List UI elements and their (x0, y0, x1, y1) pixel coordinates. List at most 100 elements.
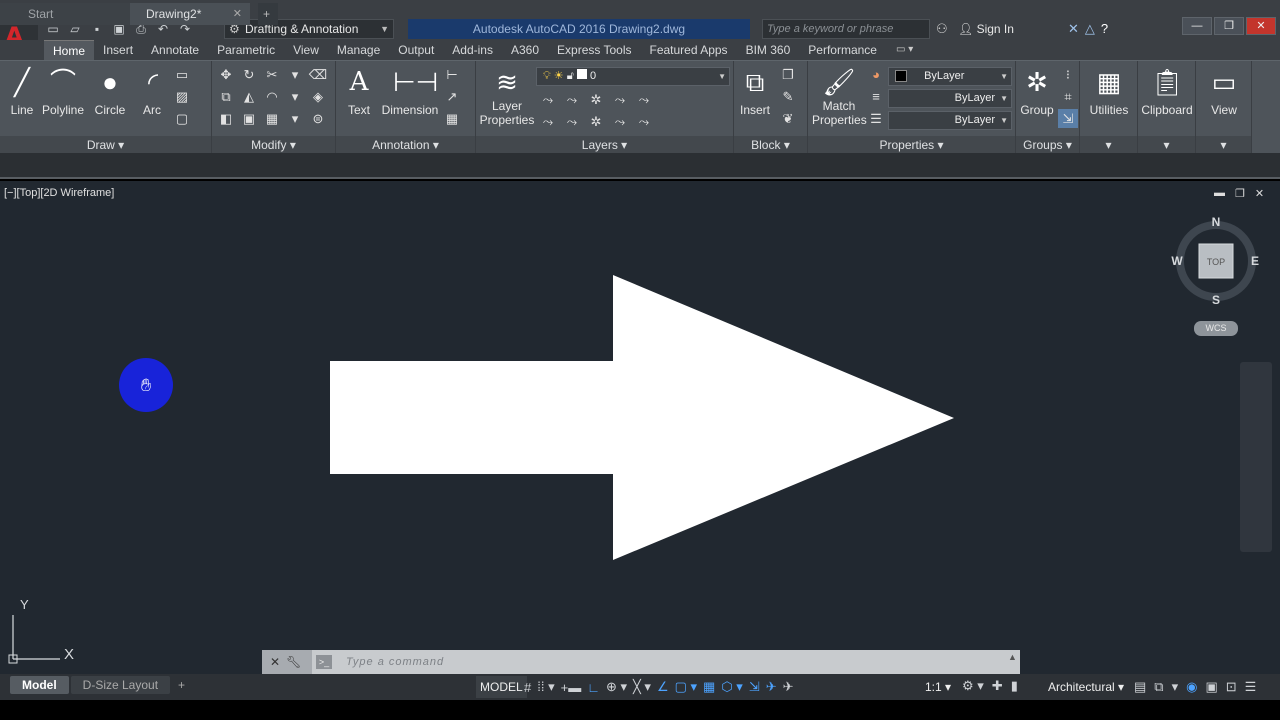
annotation-scale[interactable]: 1:1 ▾ (925, 676, 951, 698)
tab-manage[interactable]: Manage (328, 40, 389, 60)
hatch-icon[interactable]: ▨ (172, 87, 192, 106)
modify-panel-title[interactable]: Modify ▾ (212, 136, 335, 154)
leader-icon[interactable]: ↗ (442, 87, 462, 106)
arc-button[interactable]: ◜ Arc (136, 65, 168, 117)
lineweight-dropdown[interactable]: ByLayer ▼ (888, 111, 1012, 130)
clipboard-button[interactable]: 📋︎ Clipboard (1138, 65, 1196, 117)
plus-icon[interactable]: ✚ (992, 678, 1003, 694)
copy-icon[interactable]: ⧉ (216, 87, 236, 106)
help-icon[interactable]: ? (1101, 19, 1108, 39)
exchange-icon[interactable]: ✕ (1068, 19, 1079, 39)
snap-icon[interactable]: ⁞⁞ ▾ (537, 679, 554, 695)
wcs-menu[interactable]: WCS (1194, 321, 1238, 336)
text-button[interactable]: A Text (342, 65, 376, 117)
menu-icon[interactable]: ☰ (1245, 679, 1257, 695)
layer-tool-icon[interactable]: ⤳ (562, 90, 582, 109)
grid-icon[interactable]: # (524, 680, 531, 695)
tab-view[interactable]: View (284, 40, 328, 60)
new-tab-button[interactable]: + (258, 3, 278, 25)
linetype-dropdown[interactable]: ByLayer ▼ (888, 89, 1012, 108)
add-layout-button[interactable]: + (172, 676, 191, 694)
rectangle-icon[interactable]: ▭ (172, 65, 192, 84)
auto-scale-icon[interactable]: ✈ (783, 679, 794, 695)
viewcube[interactable]: TOP N S E W (1170, 212, 1262, 312)
quick-properties-icon[interactable]: ▤ (1134, 679, 1146, 695)
group-select-icon[interactable]: ⇲ (1058, 109, 1078, 128)
stretch-icon[interactable]: ◧ (216, 109, 236, 128)
layer-tool-icon[interactable]: ⤳ (538, 112, 558, 131)
annotation-visibility-icon[interactable]: ✈ (766, 679, 777, 695)
gear-icon[interactable]: ⚙ ▾ (962, 678, 984, 694)
view-panel[interactable]: ▭ View ▾ (1196, 61, 1252, 154)
wrench-icon[interactable]: 🔧︎ (286, 655, 301, 669)
fillet-icon[interactable]: ◠ (262, 87, 282, 106)
array-icon[interactable]: ▦ (262, 109, 282, 128)
sign-in-button[interactable]: 👤︎ Sign In (958, 19, 1064, 39)
color-dropdown[interactable]: ByLayer ▼ (888, 67, 1012, 86)
layer-tool-icon[interactable]: ⤳ (610, 112, 630, 131)
dimension-button[interactable]: ⊢⊣ Dimension (380, 65, 440, 117)
circle-button[interactable]: ● Circle (90, 65, 130, 117)
match-properties-button[interactable]: 🖌︎ Match Properties (812, 65, 867, 127)
arrow-polygon[interactable] (330, 275, 954, 560)
arrow-shape[interactable] (330, 275, 956, 561)
utilities-button[interactable]: ▦ Utilities (1080, 65, 1138, 117)
insert-button[interactable]: ⧉ Insert (736, 65, 774, 117)
transparency-icon[interactable]: ⬡ ▾ (721, 679, 743, 695)
command-prompt-icon[interactable]: >_ (316, 655, 332, 669)
layer-tool-icon[interactable]: ✲ (586, 90, 606, 109)
object-snap-icon[interactable]: ▢ ▾ (675, 679, 697, 695)
utilities-panel[interactable]: ▦ Utilities ▾ (1080, 61, 1138, 154)
units-selector[interactable]: Architectural ▾ (1048, 676, 1124, 698)
viewport-restore-icon[interactable]: ❐ (1235, 187, 1245, 200)
compass-east[interactable]: E (1251, 254, 1259, 268)
polar-tracking-icon[interactable]: ⊕ ▾ (606, 679, 627, 695)
rotate-icon[interactable]: ↻ (239, 65, 259, 84)
clean-screen-icon[interactable]: ▣ (1205, 679, 1217, 695)
tab-d-size-layout[interactable]: D-Size Layout (70, 676, 171, 694)
layer-tool-icon[interactable]: ⤳ (562, 112, 582, 131)
annotation-panel-title[interactable]: Annotation ▾ (336, 136, 475, 154)
layer-tool-icon[interactable]: ✲ (586, 112, 606, 131)
dropdown-icon[interactable]: ▾ (285, 109, 305, 128)
close-icon[interactable]: ✕ (270, 655, 280, 669)
dropdown-icon[interactable]: ▾ (285, 87, 305, 106)
tab-annotate[interactable]: Annotate (142, 40, 208, 60)
tab-express-tools[interactable]: Express Tools (548, 40, 640, 60)
scale-icon[interactable]: ▣ (239, 109, 259, 128)
layers-panel-title[interactable]: Layers ▾ (476, 136, 733, 154)
view-button[interactable]: ▭ View (1196, 65, 1252, 117)
clipboard-panel[interactable]: 📋︎ Clipboard ▾ (1138, 61, 1196, 154)
tab-a360[interactable]: A360 (502, 40, 548, 60)
attribute-icon[interactable]: ❦ (778, 109, 798, 128)
linear-dimension-icon[interactable]: ⊢ (442, 65, 462, 84)
explode-icon[interactable]: ◈ (308, 87, 328, 106)
create-block-icon[interactable]: ❐ (778, 65, 798, 84)
lineweight-icon[interactable]: ▦ (703, 679, 715, 695)
viewport-minimize-icon[interactable]: ▬ (1214, 187, 1225, 200)
maximize-button[interactable]: ❐ (1214, 17, 1244, 35)
tab-model[interactable]: Model (10, 676, 69, 694)
compass-north[interactable]: N (1212, 215, 1221, 229)
group-edit-icon[interactable]: ⌗ (1058, 87, 1078, 106)
model-space-toggle[interactable]: MODEL (476, 676, 527, 698)
erase-icon[interactable]: ⌫ (308, 65, 328, 84)
binoculars-icon[interactable]: ⚇ (936, 21, 948, 37)
tab-bim-360[interactable]: BIM 360 (737, 40, 800, 60)
infer-constraints-icon[interactable]: +▬ (561, 680, 582, 695)
selection-cycling-icon[interactable]: ⇲ (749, 679, 760, 695)
trim-icon[interactable]: ✂ (262, 65, 282, 84)
dropdown-icon[interactable]: ▾ (285, 65, 305, 84)
draw-panel-title[interactable]: Draw ▾ (0, 136, 211, 154)
tab-featured-apps[interactable]: Featured Apps (641, 40, 737, 60)
command-input[interactable]: Type a command (346, 650, 444, 674)
customization-icon[interactable]: ⊡ (1226, 679, 1237, 695)
polyline-button[interactable]: ⌒ Polyline (40, 65, 86, 117)
mirror-icon[interactable]: ◭ (239, 87, 259, 106)
ribbon-minimize-icon[interactable]: ▭ ▾ (886, 40, 913, 60)
edit-block-icon[interactable]: ✎ (778, 87, 798, 106)
layer-dropdown[interactable]: 💡︎ ☀ 🔓︎ 0 ▼ (536, 67, 730, 86)
layer-tool-icon[interactable]: ⤳ (634, 90, 654, 109)
close-button[interactable]: ✕ (1246, 17, 1276, 35)
tab-add-ins[interactable]: Add-ins (443, 40, 502, 60)
